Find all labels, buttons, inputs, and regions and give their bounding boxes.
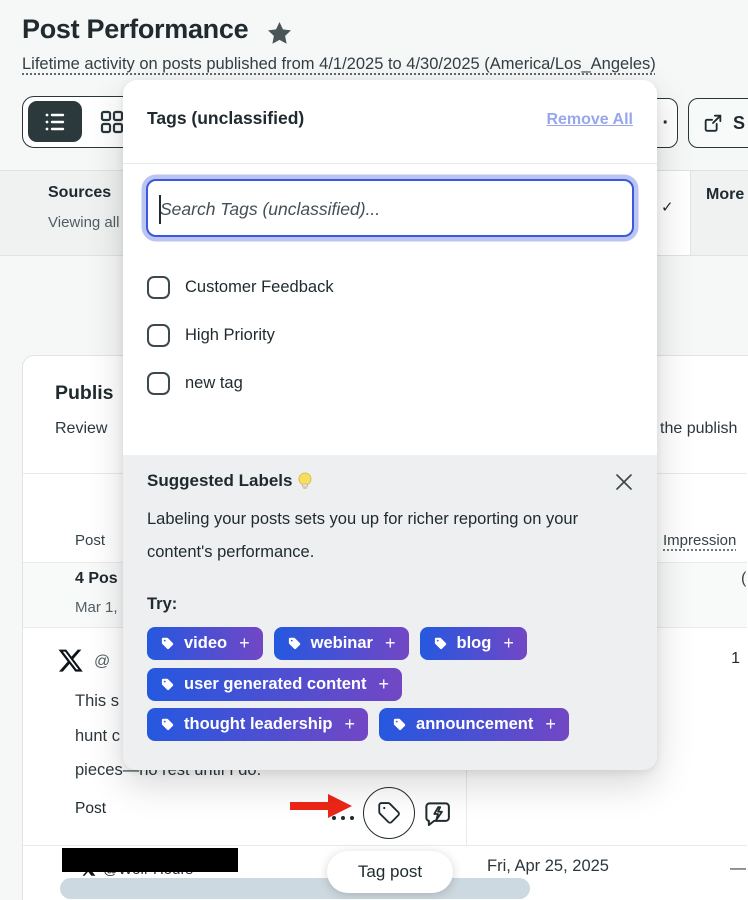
tag-icon — [160, 636, 175, 651]
tag-icon — [376, 800, 402, 826]
redaction-bar — [62, 848, 238, 872]
post-text-line: This s — [75, 692, 119, 711]
checkbox[interactable] — [147, 324, 170, 347]
impressions-value: 1 — [690, 650, 740, 668]
tag-icon — [392, 717, 407, 732]
ellipsis-menu-icon[interactable] — [330, 809, 358, 827]
date-range-link[interactable]: Lifetime activity on posts published fro… — [22, 55, 656, 74]
tag-option-label: new tag — [185, 374, 243, 393]
tag-option-row[interactable]: new tag — [147, 371, 243, 395]
suggested-label-pill[interactable]: video+ — [147, 627, 263, 660]
list-view-icon — [42, 110, 68, 134]
suggested-labels-title: Suggested Labels — [147, 471, 314, 491]
metric-dash: — — [730, 860, 746, 878]
page-title: Post Performance — [22, 14, 248, 45]
column-header-post: Post — [75, 532, 105, 549]
try-label: Try: — [147, 595, 177, 614]
horizontal-scrollbar[interactable] — [60, 878, 530, 899]
sources-filter-value: Viewing all — [48, 214, 119, 231]
check-icon: ✓ — [661, 198, 674, 216]
suggested-label-pill[interactable]: announcement+ — [379, 708, 569, 741]
x-network-icon — [58, 648, 84, 679]
tag-search-input[interactable] — [158, 183, 622, 235]
suggested-label-pill[interactable]: thought leadership+ — [147, 708, 368, 741]
row-divider — [23, 845, 747, 846]
tag-icon — [287, 636, 302, 651]
tag-option-label: High Priority — [185, 326, 275, 345]
sources-filter-label[interactable]: Sources — [48, 184, 111, 202]
text-caret — [159, 195, 161, 224]
suggested-label-pill[interactable]: webinar+ — [274, 627, 409, 660]
share-button[interactable]: S — [688, 98, 748, 148]
pill-row: video+ webinar+ blog+ — [147, 627, 527, 660]
post-performance-page: Post Performance Lifetime activity on po… — [0, 0, 748, 900]
tag-icon — [160, 717, 175, 732]
post-type-label: Post — [75, 800, 106, 818]
suggested-label-pill[interactable]: user generated content+ — [147, 668, 402, 701]
remove-all-link[interactable]: Remove All — [546, 111, 633, 129]
summary-date-range: Mar 1, — [75, 599, 118, 616]
list-view-button[interactable] — [28, 101, 82, 142]
boost-comment-icon[interactable] — [422, 799, 452, 834]
column-header-impressions[interactable]: Impression — [663, 532, 736, 549]
tag-option-row[interactable]: High Priority — [147, 323, 275, 347]
suggested-labels-panel: Suggested Labels Labeling your posts set… — [123, 455, 657, 770]
summary-value-fragment: ( — [741, 570, 746, 588]
tag-icon — [433, 636, 448, 651]
tag-post-tooltip: Tag post — [327, 851, 453, 893]
lightbulb-icon — [296, 471, 314, 491]
export-icon — [702, 112, 724, 134]
checkbox[interactable] — [147, 372, 170, 395]
card-subheading-left: Review — [55, 420, 107, 438]
card-heading: Publis — [55, 382, 114, 405]
suggested-label-pill[interactable]: blog+ — [420, 627, 527, 660]
favorite-star-icon[interactable] — [266, 20, 293, 52]
checkbox[interactable] — [147, 276, 170, 299]
tag-icon — [160, 677, 175, 692]
grid-view-icon — [100, 110, 124, 134]
post-handle-fragment: @ — [94, 653, 110, 671]
summary-title: 4 Pos — [75, 570, 118, 588]
share-button-label: S — [733, 113, 745, 134]
tags-popover: Tags (unclassified) Remove All Customer … — [123, 80, 657, 770]
pill-row: thought leadership+ announcement+ — [147, 708, 569, 741]
tag-post-button[interactable] — [363, 787, 415, 839]
more-filter-label[interactable]: More — [706, 186, 744, 204]
tag-option-row[interactable]: Customer Feedback — [147, 275, 334, 299]
overflow-dot: · — [662, 112, 669, 135]
pill-row: user generated content+ — [147, 668, 402, 701]
tag-search-field — [146, 179, 634, 237]
divider — [123, 163, 657, 164]
suggested-labels-description: Labeling your posts sets you up for rich… — [147, 503, 639, 569]
popover-title: Tags (unclassified) — [147, 108, 304, 129]
post-text-line: hunt c — [75, 727, 120, 746]
tag-option-label: Customer Feedback — [185, 278, 334, 297]
close-icon[interactable] — [613, 471, 635, 498]
card-subheading-right: the publish — [660, 420, 737, 438]
post-date: Fri, Apr 25, 2025 — [487, 857, 609, 876]
